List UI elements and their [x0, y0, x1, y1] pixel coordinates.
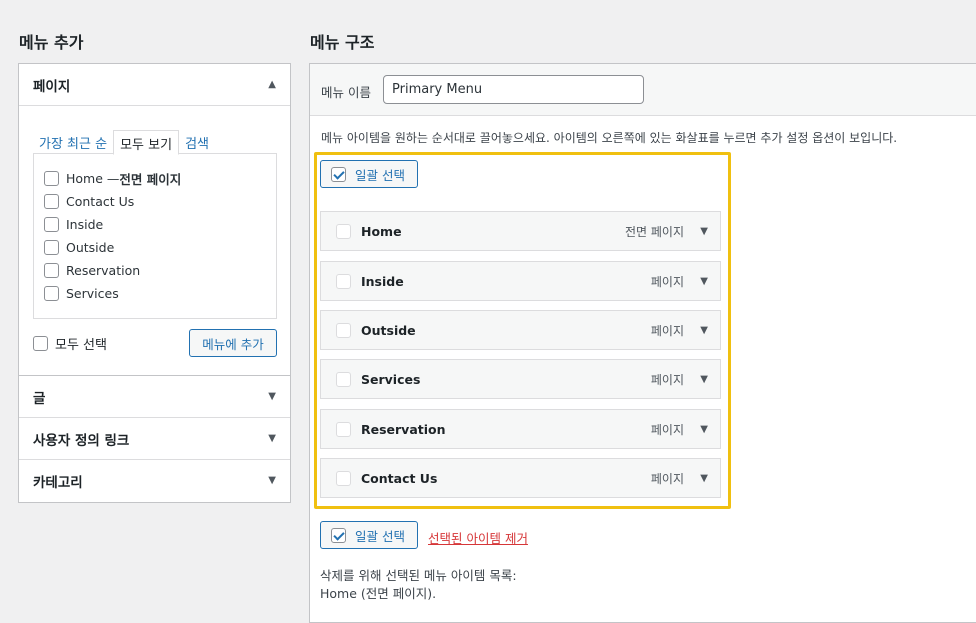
page-option-label: Outside	[66, 240, 115, 255]
menu-name-label: 메뉴 이름	[321, 85, 371, 100]
expand-arrow-icon: ▼	[268, 433, 276, 444]
page-option-home[interactable]: Home — 전면 페이지	[44, 167, 266, 190]
expand-arrow-icon[interactable]: ▼	[700, 226, 708, 237]
checkbox[interactable]	[44, 171, 59, 186]
menu-item-type: 페이지	[650, 422, 684, 437]
expand-arrow-icon[interactable]: ▼	[700, 374, 708, 385]
page-option-outside[interactable]: Outside	[44, 236, 266, 259]
select-all-label: 모두 선택	[55, 338, 107, 353]
expand-arrow-icon[interactable]: ▼	[700, 424, 708, 435]
menu-item-title: Inside	[361, 273, 404, 289]
checkbox[interactable]	[44, 240, 59, 255]
checkbox[interactable]	[44, 194, 59, 209]
add-to-menu-button[interactable]: 메뉴에 추가	[189, 329, 277, 357]
accordion-section-title: 사용자 정의 링크	[33, 432, 130, 449]
pending-deletion-items: Home (전면 페이지).	[320, 586, 437, 601]
pages-tabs: 가장 최근 순 모두 보기 검색	[33, 130, 215, 155]
page-option-inside[interactable]: Inside	[44, 213, 266, 236]
expand-arrow-icon: ▼	[268, 475, 276, 486]
bulk-select-label: 일괄 선택	[355, 528, 405, 544]
add-menu-heading: 메뉴 추가	[19, 33, 84, 52]
page-option-label: Services	[66, 286, 119, 301]
checkbox[interactable]	[44, 263, 59, 278]
page-option-label: Contact Us	[66, 194, 135, 209]
bulk-select-button-bottom[interactable]: 일괄 선택	[320, 521, 418, 549]
menu-item-reservation[interactable]: Reservation 페이지 ▼	[320, 409, 721, 449]
pages-panel: 가장 최근 순 모두 보기 검색 Home — 전면 페이지 Contact U…	[19, 106, 290, 376]
page-option-label: Home —	[66, 171, 120, 186]
menu-item-type: 페이지	[650, 372, 684, 387]
accordion-custom-links-header[interactable]: 사용자 정의 링크 ▼	[19, 418, 290, 460]
checkbox[interactable]	[336, 322, 351, 338]
menu-name-bar: 메뉴 이름 Primary Menu	[310, 64, 976, 116]
menu-item-title: Reservation	[361, 421, 446, 437]
menu-item-type: 페이지	[650, 274, 684, 289]
collapse-arrow-icon: ▲	[268, 79, 276, 90]
checkbox[interactable]	[44, 217, 59, 232]
pages-checklist: Home — 전면 페이지 Contact Us Inside Outside …	[33, 153, 277, 319]
pending-deletion-label: 삭제를 위해 선택된 메뉴 아이템 목록:	[320, 568, 517, 583]
checkbox[interactable]	[336, 371, 351, 387]
expand-arrow-icon[interactable]: ▼	[700, 325, 708, 336]
menu-item-type: 페이지	[650, 323, 684, 338]
menu-item-contact-us[interactable]: Contact Us 페이지 ▼	[320, 458, 721, 498]
menu-item-type: 전면 페이지	[624, 224, 684, 239]
accordion-section-title: 글	[33, 390, 46, 407]
menu-item-title: Contact Us	[361, 470, 438, 486]
menu-name-input[interactable]: Primary Menu	[383, 75, 644, 104]
tab-most-recent[interactable]: 가장 최근 순	[33, 130, 113, 154]
accordion-pages-title: 페이지	[33, 78, 71, 95]
page-option-suffix: 전면 페이지	[119, 172, 182, 187]
add-menu-items-accordion: 페이지 ▲ 가장 최근 순 모두 보기 검색 Home — 전면 페이지 Con…	[18, 63, 291, 503]
checkbox[interactable]	[336, 421, 351, 437]
checkbox-checked[interactable]	[331, 527, 346, 543]
accordion-categories-header[interactable]: 카테고리 ▼	[19, 460, 290, 502]
checkbox[interactable]	[336, 470, 351, 486]
expand-arrow-icon: ▼	[268, 391, 276, 402]
drag-instructions: 메뉴 아이템을 원하는 순서대로 끌어놓으세요. 아이템의 오른쪽에 있는 화살…	[321, 131, 898, 145]
tab-search[interactable]: 검색	[179, 130, 215, 154]
accordion-pages-header[interactable]: 페이지 ▲	[19, 64, 290, 106]
checkbox[interactable]	[33, 336, 48, 351]
menu-item-outside[interactable]: Outside 페이지 ▼	[320, 310, 721, 350]
menu-item-inside[interactable]: Inside 페이지 ▼	[320, 261, 721, 301]
checkbox[interactable]	[336, 273, 351, 289]
remove-selected-items-link[interactable]: 선택된 아이템 제거	[428, 528, 528, 547]
accordion-posts-header[interactable]: 글 ▼	[19, 376, 290, 418]
menu-item-title: Services	[361, 371, 421, 387]
bulk-select-button[interactable]: 일괄 선택	[320, 160, 418, 188]
bulk-select-label: 일괄 선택	[355, 167, 405, 183]
checkbox-checked[interactable]	[331, 166, 346, 182]
checkbox[interactable]	[44, 286, 59, 301]
select-all-pages[interactable]: 모두 선택	[33, 334, 107, 353]
menu-item-title: Outside	[361, 322, 416, 338]
expand-arrow-icon[interactable]: ▼	[700, 276, 708, 287]
page-option-services[interactable]: Services	[44, 282, 266, 305]
accordion-section-title: 카테고리	[33, 475, 83, 491]
page-option-label: Reservation	[66, 263, 141, 278]
menu-structure-heading: 메뉴 구조	[310, 33, 375, 52]
page-option-contact-us[interactable]: Contact Us	[44, 190, 266, 213]
tab-view-all[interactable]: 모두 보기	[113, 130, 180, 155]
page-option-reservation[interactable]: Reservation	[44, 259, 266, 282]
menu-item-type: 페이지	[650, 471, 684, 486]
menu-item-home[interactable]: Home 전면 페이지 ▼	[320, 211, 721, 251]
menu-item-services[interactable]: Services 페이지 ▼	[320, 359, 721, 399]
checkbox[interactable]	[336, 223, 351, 239]
page-option-label: Inside	[66, 217, 104, 232]
menu-item-title: Home	[361, 223, 402, 239]
expand-arrow-icon[interactable]: ▼	[700, 473, 708, 484]
